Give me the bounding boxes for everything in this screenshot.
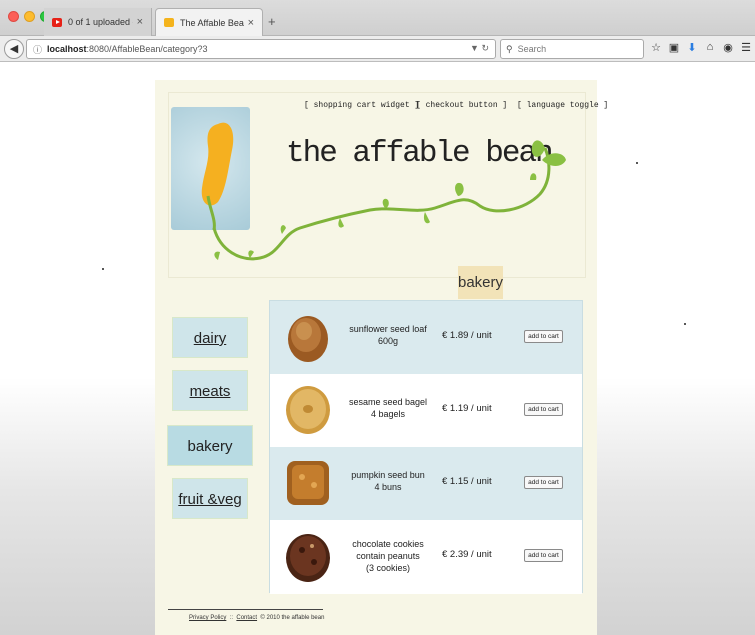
product-row: pumpkin seed bun 4 buns € 1.15 / unit ad… xyxy=(270,447,582,520)
product-row: sesame seed bagel 4 bagels € 1.19 / unit… xyxy=(270,374,582,447)
footer-divider xyxy=(168,609,323,610)
close-tab-icon[interactable]: × xyxy=(137,16,143,28)
category-heading: bakery xyxy=(458,266,503,299)
tab-bar: 0 of 1 uploaded - YouTube × The Affable … xyxy=(0,0,755,36)
product-price: € 1.15 / unit xyxy=(442,476,492,487)
add-to-cart-button[interactable]: add to cart xyxy=(524,476,563,489)
new-tab-button[interactable]: + xyxy=(268,14,276,29)
tab-label: The Affable Bean xyxy=(180,17,244,28)
vine-illustration xyxy=(201,122,566,261)
url-host: localhost xyxy=(47,44,87,54)
youtube-icon xyxy=(52,17,62,27)
product-name-block: chocolate cookies contain peanuts (3 coo… xyxy=(344,538,432,574)
shopping-cart-widget[interactable]: [ shopping cart widget ] xyxy=(304,101,419,110)
product-detail: contain peanuts xyxy=(356,551,420,561)
reading-list-icon[interactable]: ▣ xyxy=(668,41,680,54)
footer: Privacy Policy :: Contact © 2010 the aff… xyxy=(189,615,324,621)
add-to-cart-button[interactable]: add to cart xyxy=(524,403,563,416)
product-price: € 1.89 / unit xyxy=(442,330,492,341)
language-toggle[interactable]: [ language toggle ] xyxy=(517,101,608,110)
minimize-window-icon[interactable] xyxy=(24,11,35,22)
product-row: chocolate cookies contain peanuts (3 coo… xyxy=(270,520,582,594)
category-link-meats[interactable]: meats xyxy=(172,370,248,411)
bean-icon xyxy=(164,18,174,27)
category-link-dairy[interactable]: dairy xyxy=(172,317,248,358)
product-table: sunflower seed loaf 600g € 1.89 / unit a… xyxy=(269,300,583,594)
category-link-fruit-veg[interactable]: fruit &veg xyxy=(172,478,248,519)
product-name-block: sesame seed bagel 4 bagels xyxy=(344,396,432,420)
back-button[interactable]: ◀ xyxy=(4,39,24,59)
product-detail-2: (3 cookies) xyxy=(365,563,410,573)
stray-dot xyxy=(684,323,686,325)
add-to-cart-button[interactable]: add to cart xyxy=(524,330,563,343)
product-name-block: pumpkin seed bun 4 buns xyxy=(344,469,432,493)
site-info-icon[interactable]: ⓘ xyxy=(33,43,42,56)
tab-affable-bean[interactable]: The Affable Bean × xyxy=(155,8,263,36)
search-icon: ⚲ xyxy=(506,43,513,54)
search-placeholder: Search xyxy=(517,44,547,54)
product-detail: 600g xyxy=(377,336,399,346)
search-input[interactable]: ⚲ Search xyxy=(500,39,644,59)
footer-separator: :: xyxy=(229,615,234,621)
bookmark-star-icon[interactable]: ☆ xyxy=(650,41,662,54)
close-tab-icon[interactable]: × xyxy=(248,17,254,29)
dropdown-icon[interactable]: ▼ xyxy=(470,43,479,53)
product-name: sesame seed bagel xyxy=(348,397,428,407)
address-bar[interactable]: ⓘ localhost :8080/AffableBean/category?3… xyxy=(26,39,496,59)
contact-link[interactable]: Contact xyxy=(236,615,257,621)
pumpkin-bun-image xyxy=(287,461,329,505)
product-name: sunflower seed loaf xyxy=(349,324,427,334)
stray-dot xyxy=(102,268,104,270)
tab-label: 0 of 1 uploaded - YouTube xyxy=(68,17,133,27)
privacy-policy-link[interactable]: Privacy Policy xyxy=(189,615,226,621)
download-icon[interactable]: ⬇ xyxy=(686,41,698,54)
product-price: € 1.19 / unit xyxy=(442,403,492,414)
add-to-cart-button[interactable]: add to cart xyxy=(524,549,563,562)
menu-icon[interactable]: ☰ xyxy=(740,41,752,54)
product-name-block: sunflower seed loaf 600g xyxy=(344,323,432,347)
copyright: © 2010 the affable bean xyxy=(260,615,325,621)
stray-dot xyxy=(636,162,638,164)
sesame-bagel-image xyxy=(286,386,330,434)
sunflower-loaf-image xyxy=(288,316,328,362)
product-name: chocolate cookies xyxy=(352,539,424,549)
product-name: pumpkin seed bun xyxy=(351,470,425,480)
product-row: sunflower seed loaf 600g € 1.89 / unit a… xyxy=(270,301,582,374)
url-path: :8080/AffableBean/category?3 xyxy=(86,44,208,54)
home-icon[interactable]: ⌂ xyxy=(704,41,716,54)
checkout-button[interactable]: [ checkout button ] xyxy=(416,101,507,110)
navigation-toolbar: ◀ ⓘ localhost :8080/AffableBean/category… xyxy=(0,36,755,62)
close-window-icon[interactable] xyxy=(8,11,19,22)
chocolate-cookies-image xyxy=(286,534,330,582)
product-price: € 2.39 / unit xyxy=(442,549,492,560)
reload-icon[interactable]: ↻ xyxy=(481,43,489,53)
product-detail: 4 bagels xyxy=(370,409,406,419)
product-detail: 4 buns xyxy=(374,482,402,492)
category-link-bakery-selected[interactable]: bakery xyxy=(167,425,253,466)
pocket-icon[interactable]: ◉ xyxy=(722,41,734,54)
tab-youtube[interactable]: 0 of 1 uploaded - YouTube × xyxy=(44,8,152,36)
